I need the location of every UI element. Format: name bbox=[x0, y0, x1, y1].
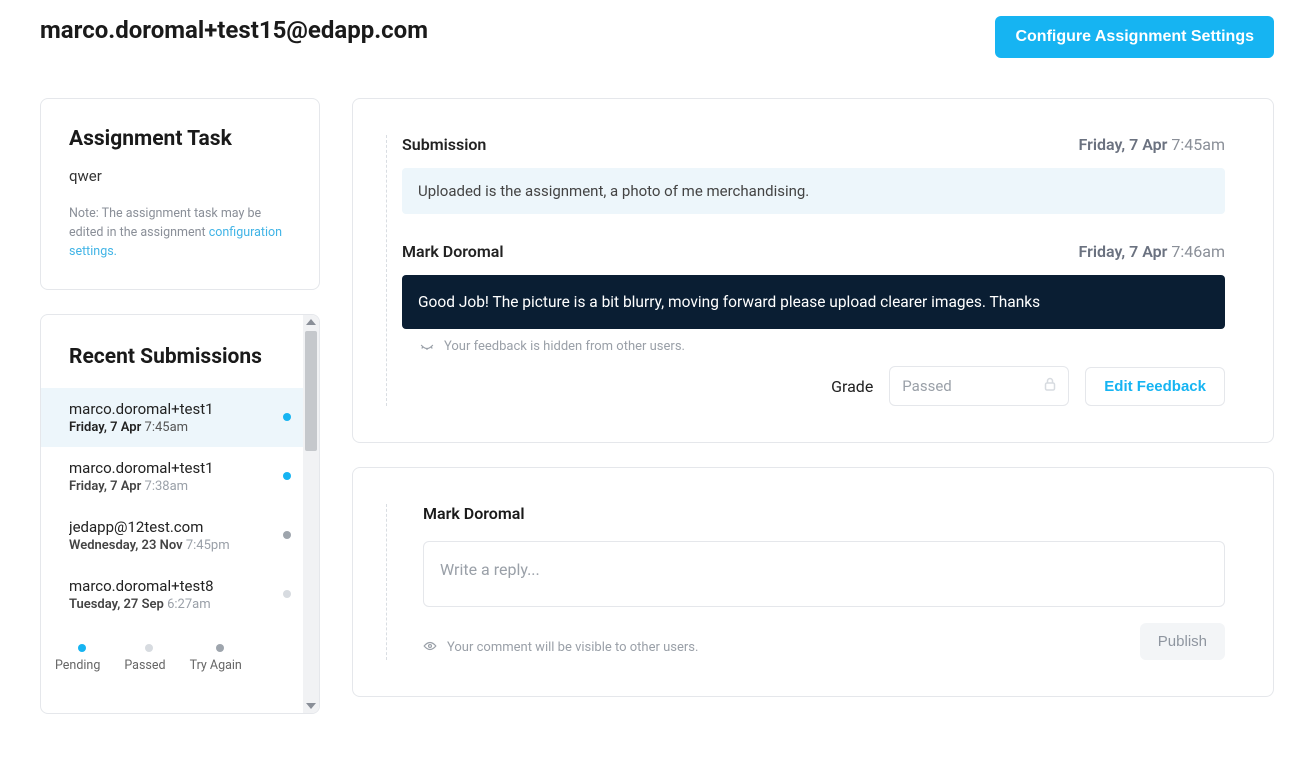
grade-value-box: Passed bbox=[889, 366, 1069, 406]
reply-input[interactable] bbox=[423, 541, 1225, 607]
configure-assignment-settings-button[interactable]: Configure Assignment Settings bbox=[995, 16, 1274, 58]
submission-item-name: jedapp@12test.com bbox=[69, 518, 230, 536]
legend-pending-label: Pending bbox=[55, 658, 100, 673]
submission-item-name: marco.doromal+test1 bbox=[69, 459, 214, 477]
feedback-author: Mark Doromal bbox=[402, 242, 504, 261]
feedback-timestamp: Friday, 7 Apr 7:46am bbox=[1078, 242, 1225, 261]
submission-list-item[interactable]: marco.doromal+test8 Tuesday, 27 Sep 6:27a… bbox=[41, 565, 319, 624]
eye-icon bbox=[423, 640, 437, 655]
pending-dot-icon bbox=[283, 413, 291, 421]
submission-body: Uploaded is the assignment, a photo of m… bbox=[402, 168, 1225, 214]
submission-list-item[interactable]: marco.doromal+test1 Friday, 7 Apr 7:38am bbox=[41, 447, 319, 506]
scroll-thumb[interactable] bbox=[305, 331, 317, 451]
submission-item-date: Tuesday, 27 Sep 6:27am bbox=[69, 597, 214, 612]
submission-item-date: Friday, 7 Apr 7:38am bbox=[69, 479, 214, 494]
feedback-hidden-note: Your feedback is hidden from other users… bbox=[420, 339, 1225, 354]
scroll-up-icon[interactable] bbox=[306, 319, 316, 325]
submission-item-date: Wednesday, 23 Nov 7:45pm bbox=[69, 538, 230, 553]
passed-dot-icon bbox=[145, 644, 153, 652]
submission-timestamp: Friday, 7 Apr 7:45am bbox=[1078, 135, 1225, 154]
submission-item-date: Friday, 7 Apr 7:45am bbox=[69, 420, 214, 435]
reply-author: Mark Doromal bbox=[423, 504, 1225, 523]
recent-submissions-scrollbar[interactable] bbox=[303, 315, 319, 713]
recent-submissions-heading: Recent Submissions bbox=[41, 343, 319, 387]
submission-item-name: marco.doromal+test1 bbox=[69, 400, 214, 418]
recent-submissions-card: Recent Submissions marco.doromal+test1 Fr… bbox=[40, 314, 320, 714]
submission-thread-card: Submission Friday, 7 Apr 7:45am Uploaded… bbox=[352, 98, 1274, 443]
reply-card: Mark Doromal Your comment will be visibl… bbox=[352, 467, 1274, 697]
grade-value: Passed bbox=[902, 377, 951, 395]
assignment-task-value: qwer bbox=[69, 167, 291, 185]
assignment-task-note: Note: The assignment task may be edited … bbox=[69, 205, 291, 261]
feedback-body: Good Job! The picture is a bit blurry, m… bbox=[402, 275, 1225, 329]
submission-label: Submission bbox=[402, 135, 486, 154]
reply-visible-text: Your comment will be visible to other us… bbox=[447, 640, 698, 655]
tryagain-dot-icon bbox=[283, 531, 291, 539]
submission-status-legend: Pending Passed Try Again bbox=[41, 624, 319, 679]
legend-tryagain-label: Try Again bbox=[190, 658, 242, 673]
scroll-down-icon[interactable] bbox=[306, 703, 316, 709]
feedback-hidden-text: Your feedback is hidden from other users… bbox=[444, 339, 685, 354]
assignment-task-card: Assignment Task qwer Note: The assignmen… bbox=[40, 98, 320, 290]
eye-off-icon bbox=[420, 339, 434, 354]
reply-visible-note: Your comment will be visible to other us… bbox=[423, 640, 698, 655]
submission-list-item[interactable]: marco.doromal+test1 Friday, 7 Apr 7:45am bbox=[41, 388, 319, 447]
submission-item-name: marco.doromal+test8 bbox=[69, 577, 214, 595]
pending-dot-icon bbox=[78, 644, 86, 652]
lock-icon bbox=[1044, 377, 1056, 395]
page-title: marco.doromal+test15@edapp.com bbox=[40, 16, 428, 44]
grade-label: Grade bbox=[831, 377, 873, 396]
edit-feedback-button[interactable]: Edit Feedback bbox=[1085, 367, 1225, 406]
legend-passed-label: Passed bbox=[124, 658, 165, 673]
assignment-task-heading: Assignment Task bbox=[69, 127, 291, 151]
passed-dot-icon bbox=[283, 590, 291, 598]
submission-list-item[interactable]: jedapp@12test.com Wednesday, 23 Nov 7:45p… bbox=[41, 506, 319, 565]
publish-button[interactable]: Publish bbox=[1140, 623, 1225, 660]
pending-dot-icon bbox=[283, 472, 291, 480]
tryagain-dot-icon bbox=[216, 644, 224, 652]
